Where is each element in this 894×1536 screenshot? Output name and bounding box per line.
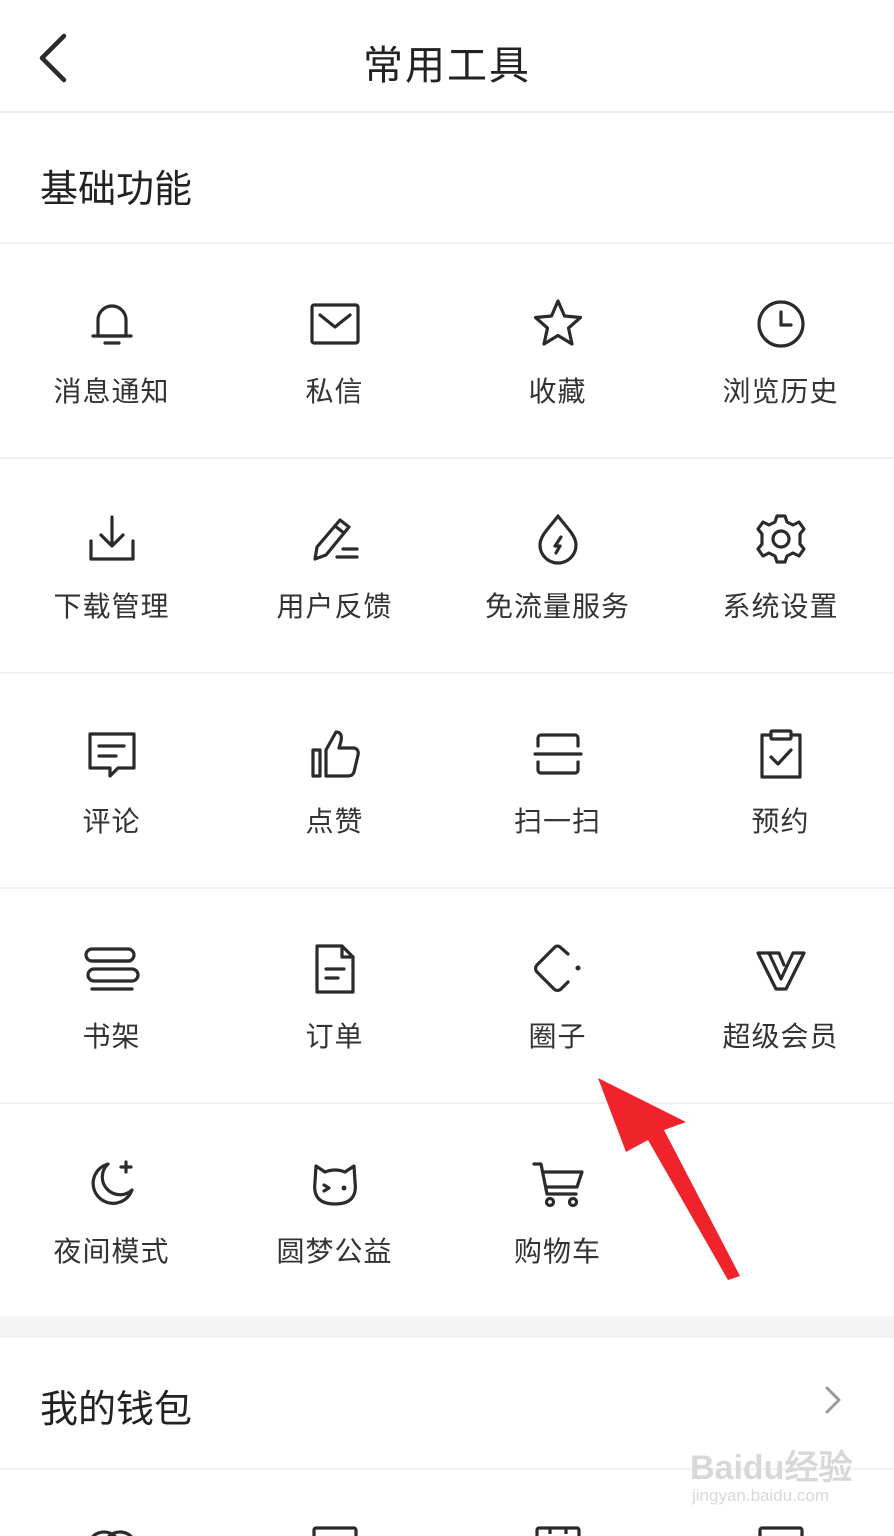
tool-grid: 消息通知 私信 收藏 浏览历史 下载管理 用户反馈 免流量服务 系统设置 评论 … <box>0 244 894 1319</box>
tool-label: 私信 <box>305 375 364 408</box>
grid-row: 下载管理 用户反馈 免流量服务 系统设置 <box>0 459 894 674</box>
tool-label: 评论 <box>82 805 141 838</box>
tool-item-likes[interactable]: 点赞 <box>223 674 446 887</box>
watermark-url: jingyan.baidu.com <box>692 1486 830 1505</box>
mail-icon <box>307 296 363 352</box>
ticket-icon[interactable] <box>530 1520 586 1536</box>
star-icon <box>530 296 586 352</box>
tool-label: 订单 <box>305 1020 364 1053</box>
tool-label: 圈子 <box>528 1020 587 1053</box>
tool-item-comments[interactable]: 评论 <box>0 674 223 887</box>
watermark-logo: Baidu经验 <box>690 1449 853 1487</box>
tool-label: 下载管理 <box>53 590 170 623</box>
tool-item-night-mode[interactable]: 夜间模式 <box>0 1104 223 1317</box>
tool-label: 免流量服务 <box>484 590 630 623</box>
thumbs-up-icon <box>307 726 363 782</box>
section-title-basic: 基础功能 <box>40 167 193 211</box>
top-bar: 常用工具 <box>0 0 894 113</box>
grid-row: 夜间模式 圆梦公益 购物车 <box>0 1104 894 1319</box>
wallet-icon[interactable] <box>753 1520 809 1536</box>
circle-group-icon <box>530 941 586 997</box>
tool-item-history[interactable]: 浏览历史 <box>669 244 892 457</box>
tool-label: 扫一扫 <box>513 805 601 838</box>
tool-item-charity[interactable]: 圆梦公益 <box>223 1104 446 1317</box>
comment-icon <box>84 726 140 782</box>
bell-icon <box>84 296 140 352</box>
pen-icon <box>307 511 363 567</box>
watermark: Baidu经验 jingyan.baidu.com <box>690 1440 860 1520</box>
tool-item-orders[interactable]: 订单 <box>223 889 446 1102</box>
grid-row: 消息通知 私信 收藏 浏览历史 <box>0 244 894 459</box>
scan-icon <box>530 726 586 782</box>
section-title-wallet: 我的钱包 <box>40 1387 193 1431</box>
coins-icon[interactable] <box>84 1520 140 1536</box>
download-icon <box>84 511 140 567</box>
tool-item-bookshelf[interactable]: 书架 <box>0 889 223 1102</box>
tool-item-free-data[interactable]: 免流量服务 <box>446 459 669 672</box>
tool-label: 点赞 <box>305 805 364 838</box>
page-title: 常用工具 <box>363 43 531 89</box>
tool-item-downloads[interactable]: 下载管理 <box>0 459 223 672</box>
tool-label: 预约 <box>751 805 810 838</box>
tool-label: 夜间模式 <box>53 1235 170 1268</box>
annotation-arrow <box>598 1078 740 1280</box>
tool-label: 系统设置 <box>722 590 839 623</box>
grid-row: 评论 点赞 扫一扫 预约 <box>0 674 894 889</box>
tool-item-reservation[interactable]: 预约 <box>669 674 892 887</box>
tool-label: 浏览历史 <box>722 375 839 408</box>
tool-item-settings[interactable]: 系统设置 <box>669 459 892 672</box>
bookshelf-icon <box>83 941 140 997</box>
document-icon <box>307 941 363 997</box>
clock-icon <box>753 296 809 352</box>
tool-label: 收藏 <box>528 375 587 408</box>
tool-item-favorites[interactable]: 收藏 <box>446 244 669 457</box>
tool-item-notifications[interactable]: 消息通知 <box>0 244 223 457</box>
tool-label: 购物车 <box>513 1235 601 1268</box>
vip-icon <box>753 941 809 997</box>
cat-face-icon <box>307 1156 363 1212</box>
clipboard-check-icon <box>753 726 809 782</box>
cart-icon <box>530 1156 586 1212</box>
drop-icon <box>530 511 586 567</box>
tool-item-messages[interactable]: 私信 <box>223 244 446 457</box>
tool-label: 圆梦公益 <box>276 1235 393 1268</box>
section-gap <box>0 1316 894 1338</box>
moon-icon <box>84 1156 140 1212</box>
tool-item-feedback[interactable]: 用户反馈 <box>223 459 446 672</box>
card-icon[interactable] <box>307 1520 363 1536</box>
tool-item-scan[interactable]: 扫一扫 <box>446 674 669 887</box>
tool-label: 书架 <box>82 1020 141 1053</box>
tool-label: 超级会员 <box>722 1020 839 1053</box>
tool-label: 消息通知 <box>53 375 170 408</box>
chevron-right-icon <box>825 1386 841 1414</box>
tool-label: 用户反馈 <box>276 590 393 623</box>
gear-icon <box>753 511 809 567</box>
grid-row: 书架 订单 圈子 超级会员 <box>0 889 894 1104</box>
